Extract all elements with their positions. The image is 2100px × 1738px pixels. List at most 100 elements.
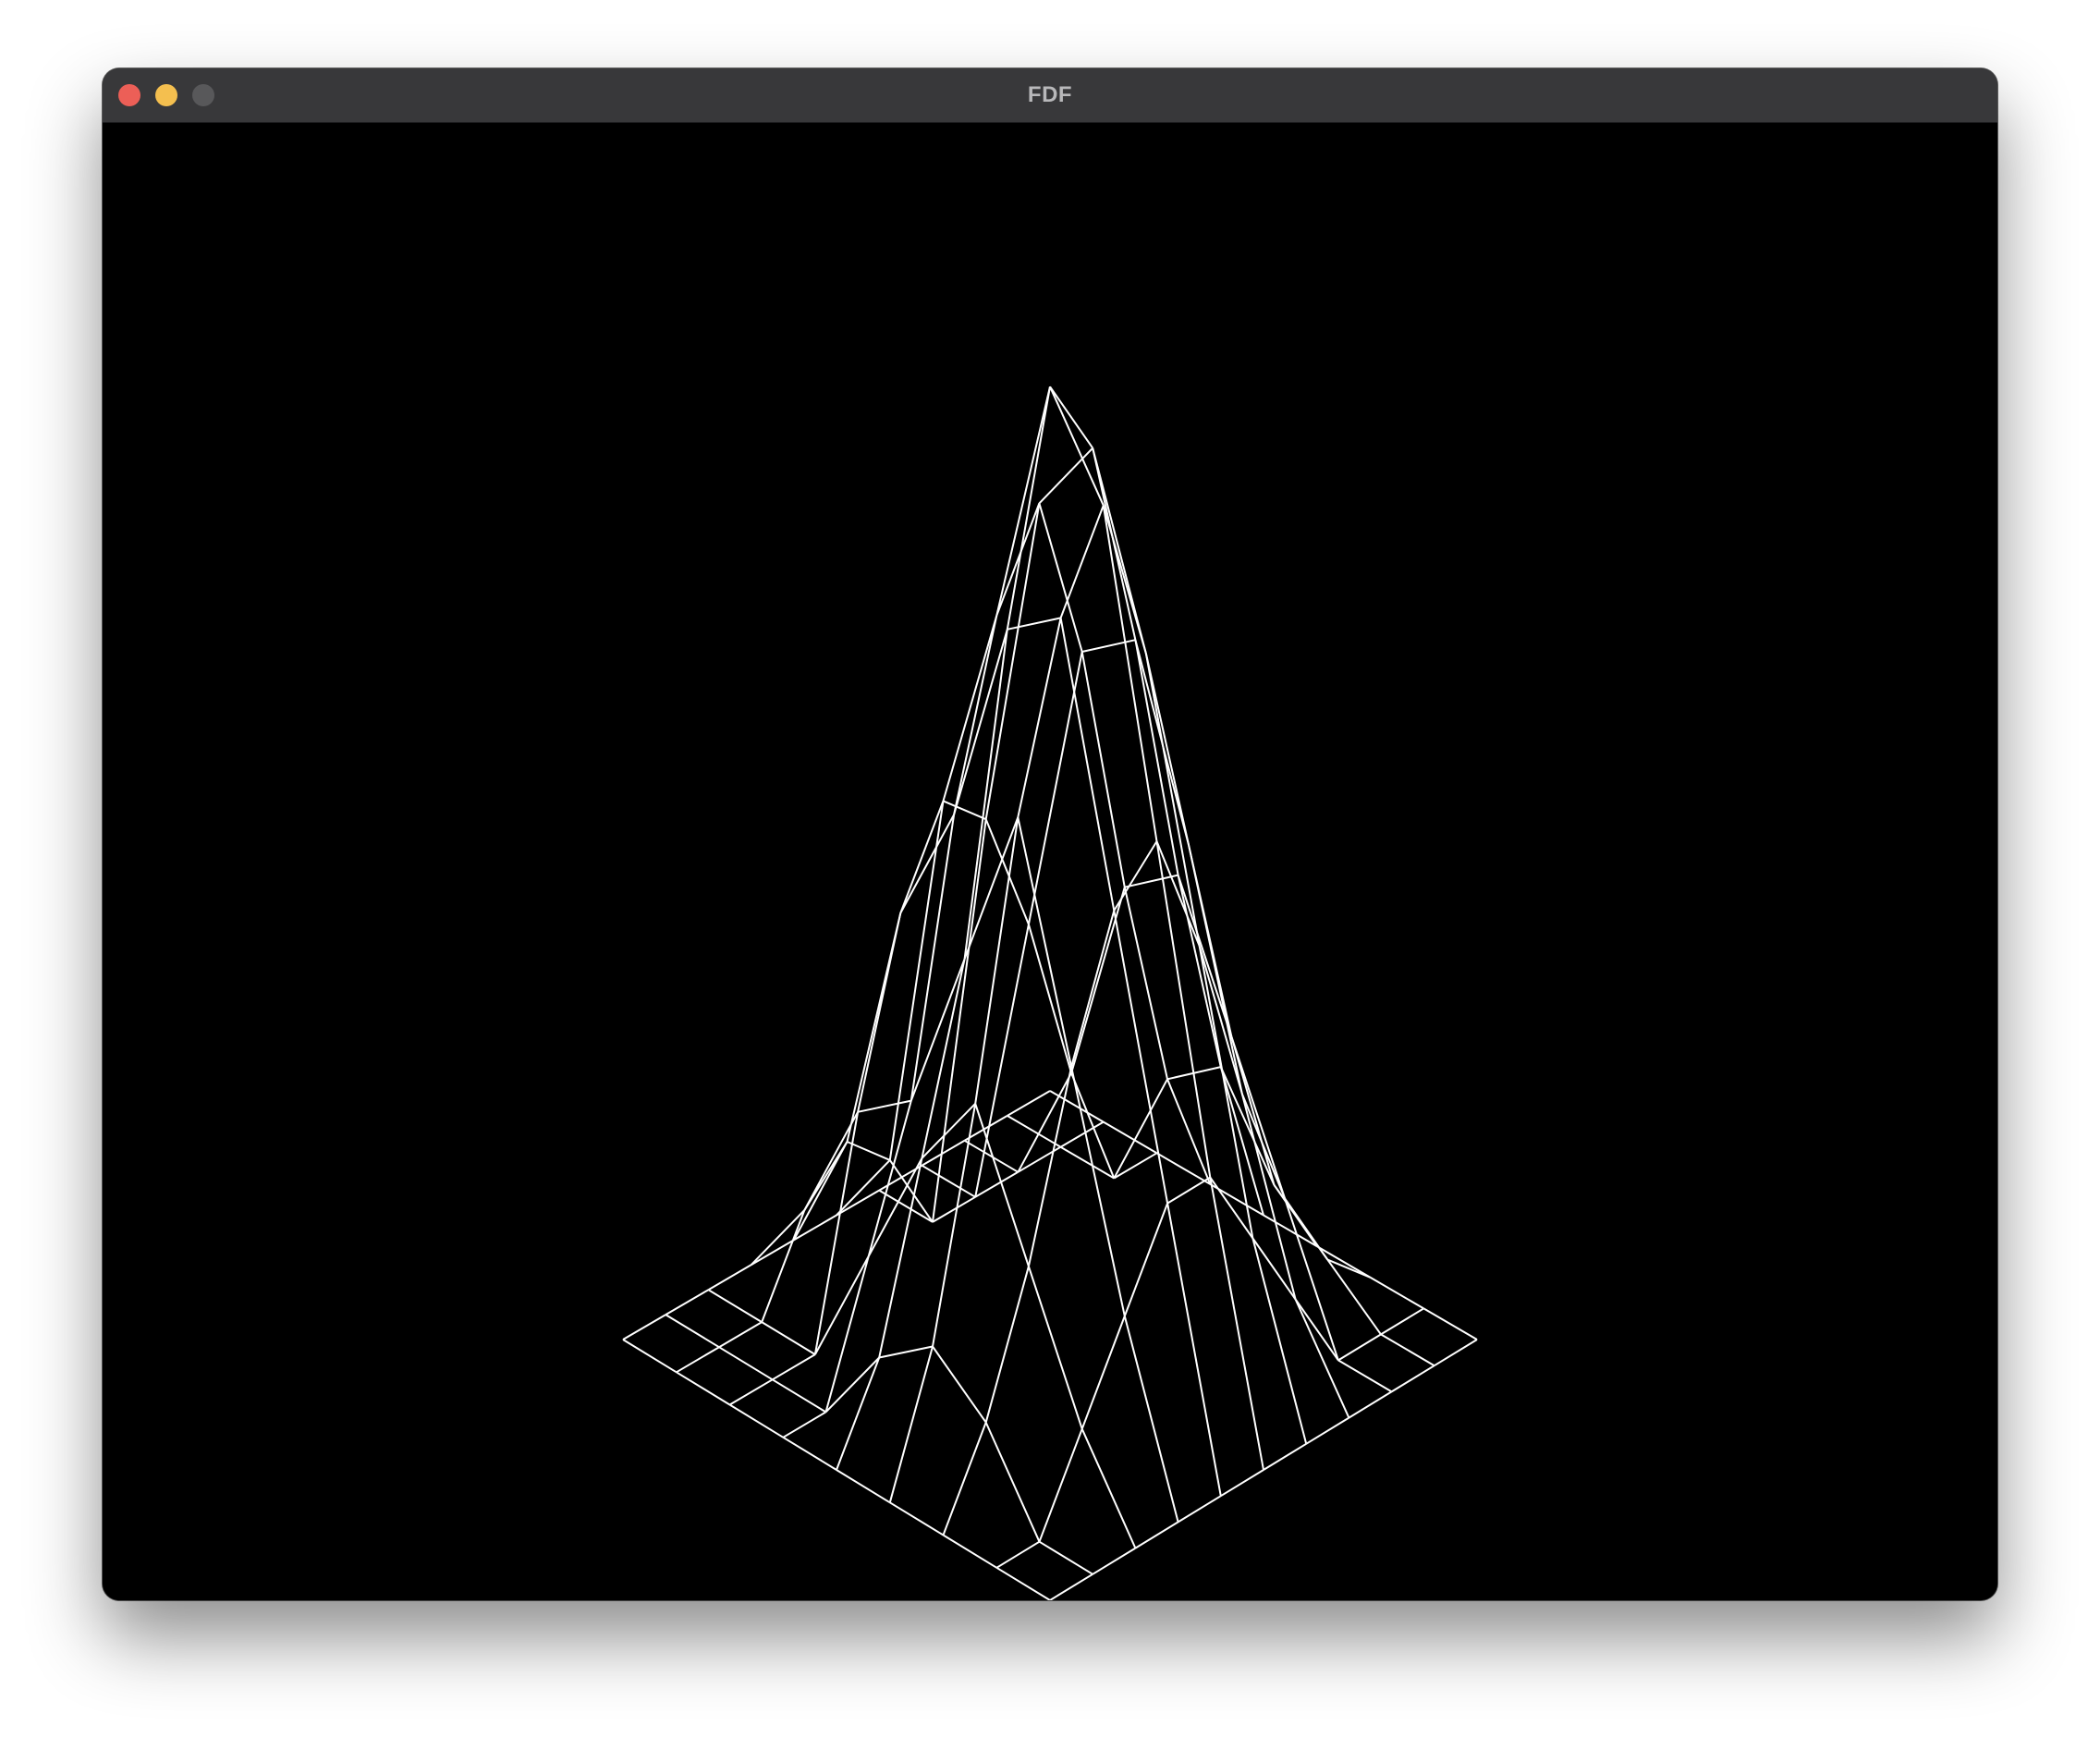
window-title: FDF <box>1027 82 1073 107</box>
wireframe-edge <box>1294 1298 1339 1361</box>
wireframe-edge <box>1177 875 1222 1068</box>
wireframe-edge <box>718 1321 763 1349</box>
wireframe-edge <box>888 1159 934 1223</box>
wireframe-edge <box>1049 1573 1093 1600</box>
wireframe-edge <box>942 1534 997 1569</box>
wireframe-edge <box>932 1195 976 1223</box>
wireframe-edge <box>1369 1276 1424 1310</box>
wireframe-edge <box>1092 1547 1136 1575</box>
wireframe-edge <box>1380 1333 1435 1367</box>
wireframe-edge <box>1422 1307 1478 1340</box>
wireframe-edge <box>1251 1237 1297 1301</box>
wireframe-edge <box>857 1099 912 1113</box>
wireframe-edge <box>824 1255 870 1413</box>
wireframe-edge <box>836 1469 891 1504</box>
wireframe-edge <box>836 1357 881 1471</box>
wireframe-edge <box>728 1378 774 1406</box>
wireframe-edge <box>1007 1090 1051 1117</box>
wireframe-edge <box>1027 1266 1083 1430</box>
wireframe-edge <box>1209 1177 1264 1471</box>
wireframe-edge <box>1155 1152 1211 1185</box>
wireframe-edge <box>1081 1316 1126 1430</box>
wireframe-edge <box>847 1141 891 1161</box>
wireframe-edge <box>761 1321 816 1355</box>
title-bar[interactable]: FDF <box>103 68 1997 123</box>
wireframe-edge <box>1059 1145 1115 1180</box>
wireframe-edge <box>676 1346 720 1374</box>
wireframe-edge <box>622 1339 678 1374</box>
wireframe-edge <box>878 1345 934 1359</box>
wireframe-edge <box>995 1540 1041 1569</box>
wireframe-edge <box>1123 1316 1179 1523</box>
wireframe-edge <box>963 816 1019 960</box>
wireframe-edge <box>761 1209 806 1323</box>
wireframe-edge <box>1007 617 1061 630</box>
wireframe-edge <box>772 1378 827 1414</box>
wireframe-edge <box>1166 1176 1211 1205</box>
wireframe-edge <box>878 1157 923 1358</box>
wireframe-edge <box>718 1346 774 1381</box>
wireframe-edge <box>782 1436 837 1471</box>
wireframe-edge <box>888 1346 934 1503</box>
wireframe-edge <box>1070 910 1116 1068</box>
wireframe-edge <box>772 1353 816 1381</box>
wireframe-edge <box>995 1566 1051 1600</box>
wireframe-edge <box>1123 1203 1169 1316</box>
wireframe-edge <box>1178 1495 1222 1524</box>
wireframe-canvas[interactable] <box>103 123 1997 1600</box>
wireframe-edge <box>1220 1469 1264 1498</box>
wireframe-edge <box>1337 1359 1393 1393</box>
wireframe-edge <box>984 1266 1030 1423</box>
wireframe-edge <box>1251 1238 1308 1445</box>
wireframe-edge <box>867 1100 912 1257</box>
wireframe-edge <box>1240 1094 1297 1300</box>
wireframe-edge <box>1049 386 1094 449</box>
wireframe-edge <box>964 1139 1019 1173</box>
wireframe-edge <box>1434 1339 1478 1367</box>
wireframe-edge <box>943 800 987 821</box>
wireframe-edge <box>1102 505 1147 655</box>
wireframe-edge <box>782 1411 827 1438</box>
wireframe-edge <box>1177 875 1233 1037</box>
wireframe-edge <box>1391 1365 1435 1393</box>
wireframe-edge <box>974 924 1030 1197</box>
wireframe-edge <box>1134 1521 1179 1549</box>
wireframe-edge <box>1240 1094 1287 1199</box>
wireframe-edge <box>1070 1066 1126 1316</box>
wireframe-edge <box>1188 845 1243 1095</box>
wireframe-edge <box>1219 1066 1264 1216</box>
wireframe-edge <box>974 816 1019 1104</box>
wireframe-edge <box>1049 386 1105 507</box>
wireframe-edge <box>921 1164 976 1198</box>
wireframe-edge <box>1059 618 1116 912</box>
wireframe-edge <box>963 629 1008 960</box>
wireframe-edge <box>1380 1307 1424 1336</box>
wireframe-edge <box>878 1189 934 1223</box>
wireframe-map <box>622 386 1478 1600</box>
wireframe-edge <box>728 1403 784 1438</box>
wireframe-edge <box>984 1422 1041 1543</box>
wireframe-edge <box>1263 1214 1318 1247</box>
wireframe-edge <box>889 1501 945 1536</box>
wireframe-edge <box>1144 653 1201 947</box>
wireframe-edge <box>1198 946 1243 1095</box>
wireframe-edge <box>953 615 998 815</box>
wireframe-edge <box>942 1422 987 1536</box>
fdf-window: FDF <box>103 68 1997 1600</box>
wireframe-edge <box>1070 887 1126 1073</box>
wireframe-edge <box>622 1314 666 1340</box>
wireframe-edge <box>1059 505 1105 618</box>
wireframe-edge <box>1113 840 1158 912</box>
wireframe-edge <box>1038 1428 1083 1543</box>
wireframe-edge <box>1081 639 1136 653</box>
wireframe-edge <box>857 912 902 1113</box>
wireframe-edge <box>665 1314 720 1349</box>
wireframe-edge <box>665 1289 709 1316</box>
wireframe-edge <box>974 1170 1019 1198</box>
wireframe-edge <box>1337 1333 1382 1362</box>
wireframe-edge <box>1230 1036 1287 1199</box>
wireframe-edge <box>1081 1428 1137 1549</box>
wireframe-edge <box>1006 386 1051 630</box>
wireframe-edge <box>707 1289 763 1323</box>
wireframe-edge <box>676 1371 731 1406</box>
